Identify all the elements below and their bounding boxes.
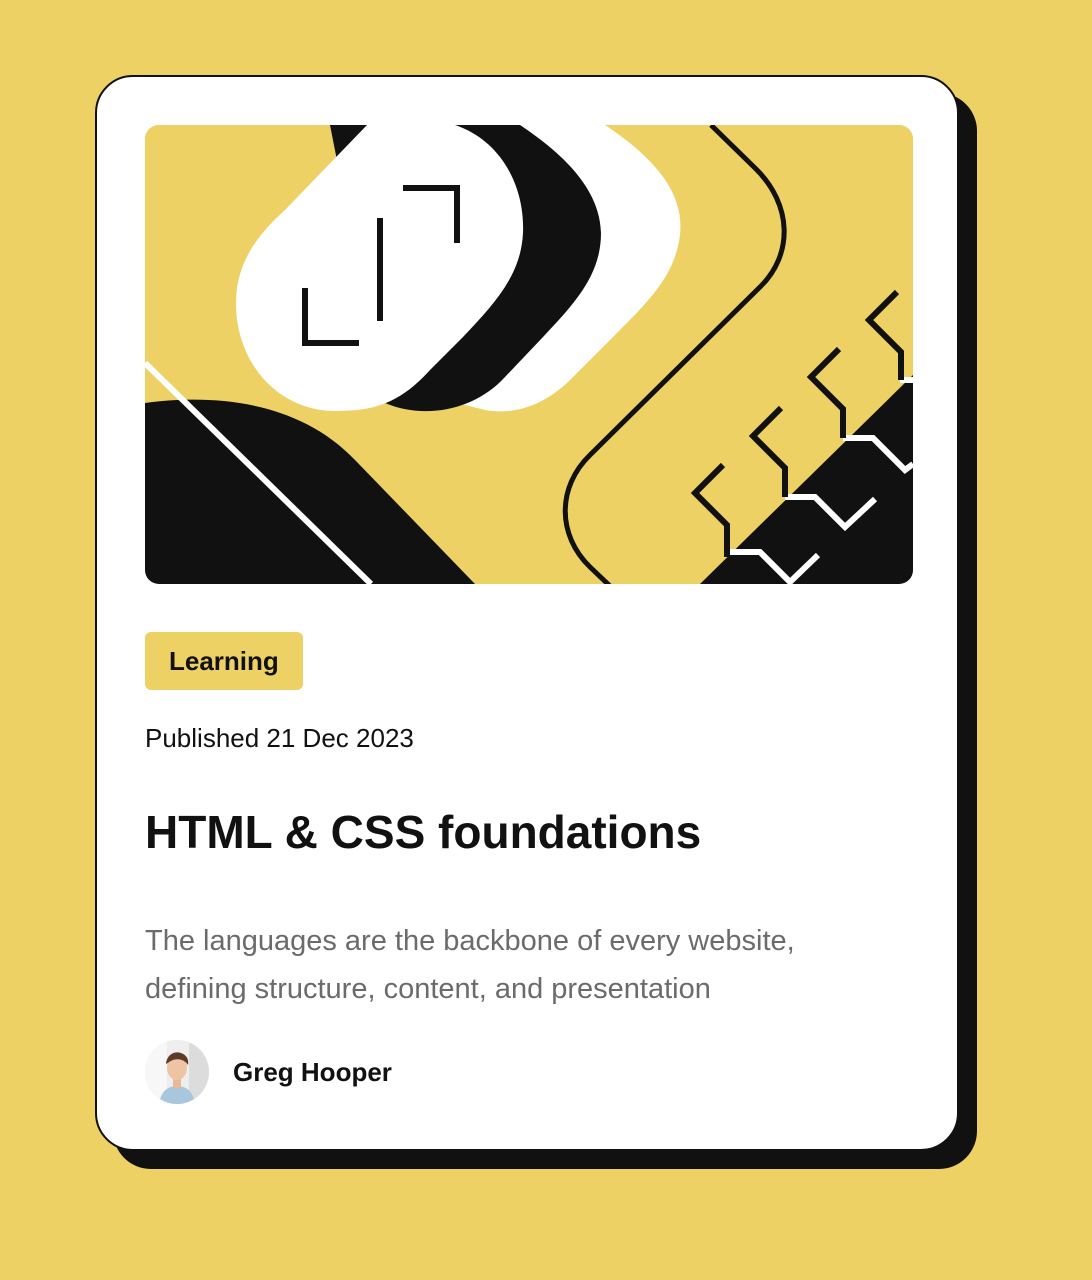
person-avatar-icon: [145, 1040, 209, 1104]
author: Greg Hooper: [145, 1040, 392, 1104]
card-illustration: [145, 125, 913, 584]
author-name[interactable]: Greg Hooper: [233, 1057, 392, 1088]
blog-preview-card: Learning Published 21 Dec 2023 HTML & CS…: [95, 75, 959, 1151]
card-title[interactable]: HTML & CSS foundations: [145, 805, 701, 859]
category-tag[interactable]: Learning: [145, 632, 303, 690]
published-date: Published 21 Dec 2023: [145, 723, 414, 753]
card-description: The languages are the backbone of every …: [145, 925, 795, 1005]
